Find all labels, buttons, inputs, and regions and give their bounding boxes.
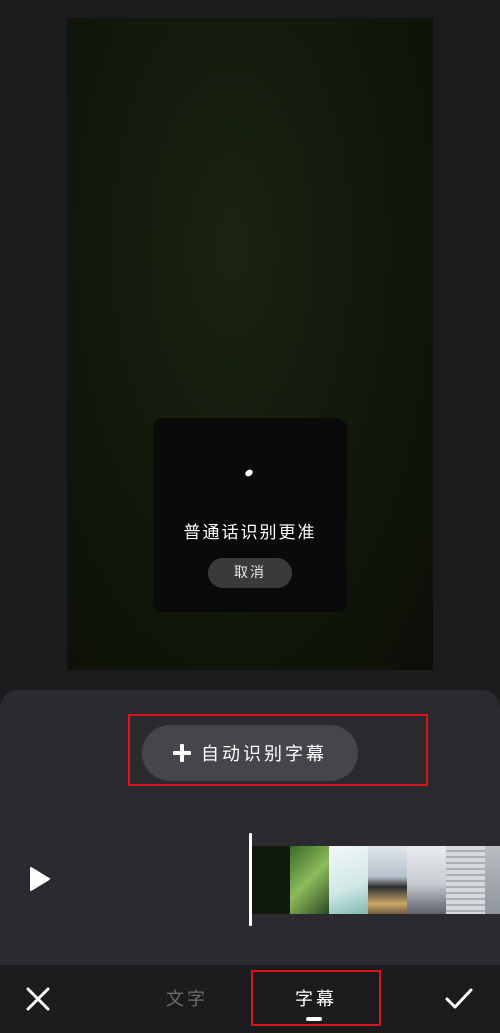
video-timeline[interactable] bbox=[251, 846, 500, 914]
subtitle-editor: 普通话识别更准 取消 自动识别字幕 文字 字幕 bbox=[0, 0, 500, 1033]
bottom-bar bbox=[0, 965, 500, 1033]
highlight-box-auto-subtitle bbox=[128, 714, 428, 786]
highlight-box-subtitle-tab bbox=[251, 970, 381, 1026]
close-icon[interactable] bbox=[25, 986, 51, 1012]
timeline-frame bbox=[251, 846, 290, 914]
timeline-frame bbox=[485, 846, 500, 914]
check-icon[interactable] bbox=[444, 986, 474, 1012]
play-icon[interactable] bbox=[28, 866, 52, 892]
timeline-playhead[interactable] bbox=[249, 833, 252, 926]
loading-spinner-icon bbox=[244, 468, 254, 478]
recognition-message: 普通话识别更准 bbox=[183, 523, 317, 543]
timeline-frame bbox=[329, 846, 368, 914]
timeline-frame bbox=[407, 846, 446, 914]
cancel-button[interactable]: 取消 bbox=[208, 558, 292, 588]
timeline-frame bbox=[368, 846, 407, 914]
recognition-dialog: 普通话识别更准 取消 bbox=[153, 418, 347, 612]
timeline-frame bbox=[446, 846, 485, 914]
tab-text[interactable]: 文字 bbox=[166, 985, 208, 1011]
timeline-frame bbox=[290, 846, 329, 914]
